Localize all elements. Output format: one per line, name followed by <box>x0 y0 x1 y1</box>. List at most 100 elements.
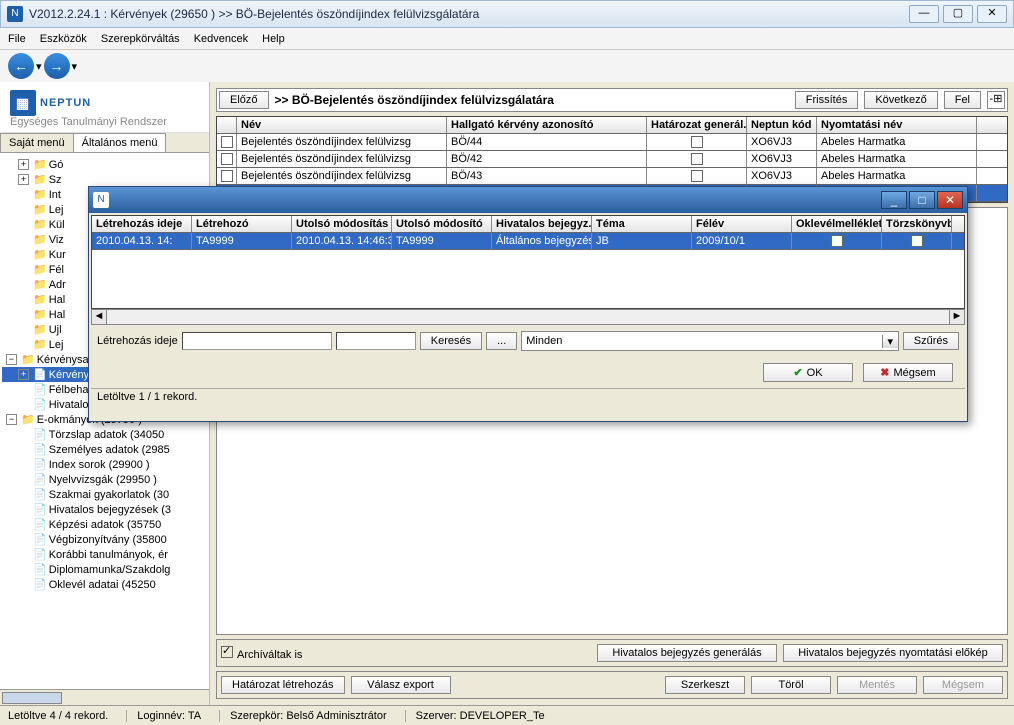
filter-button[interactable]: Szűrés <box>903 332 959 350</box>
page-icon: 📄 <box>33 368 47 381</box>
checkbox[interactable] <box>221 170 233 182</box>
menu-favorites[interactable]: Kedvencek <box>194 33 248 45</box>
search-input-1[interactable] <box>182 332 332 350</box>
filter-combo[interactable]: Minden ▾ <box>521 331 898 351</box>
table-row[interactable]: Bejelentés öszöndíjindex felülvizsgBÖ/42… <box>217 151 1007 168</box>
folder-icon: 📁 <box>21 353 35 366</box>
search-button[interactable]: Keresés <box>420 332 482 350</box>
dialog-cancel-button[interactable]: ✖Mégsem <box>863 363 953 382</box>
checkbox[interactable] <box>691 170 703 182</box>
tree-item[interactable]: 📄 Nyelvvizsgák (29950 ) <box>2 472 207 487</box>
menu-tools[interactable]: Eszközök <box>40 33 87 45</box>
menu-file[interactable]: File <box>8 33 26 45</box>
table-row[interactable]: 2010.04.13. 14:TA99992010.04.13. 14:46:3… <box>92 233 964 250</box>
grid-header-cell[interactable]: Félév <box>692 216 792 232</box>
nav-fwd-dropdown[interactable]: ▾ <box>72 60 78 73</box>
answer-export-button[interactable]: Válasz export <box>351 676 451 694</box>
grid-header-cell[interactable]: Törzskönyvbe <box>882 216 952 232</box>
dialog-close-button[interactable]: ✕ <box>937 191 963 209</box>
grid-header-cell[interactable]: Létrehozó <box>192 216 292 232</box>
up-button[interactable]: Fel <box>944 91 981 109</box>
grid-cell: BÖ/42 <box>447 151 647 167</box>
tree-item[interactable]: 📄 Diplomamunka/Szakdolg <box>2 562 207 577</box>
search-input-2[interactable] <box>336 332 416 350</box>
checkbox[interactable] <box>221 153 233 165</box>
folder-icon: 📁 <box>33 308 47 321</box>
tree-item[interactable]: 📄 Oklevél adatai (45250 <box>2 577 207 592</box>
refresh-button[interactable]: Frissítés <box>795 91 859 109</box>
tab-general-menu[interactable]: Általános menü <box>73 133 167 152</box>
print-preview-button[interactable]: Hivatalos bejegyzés nyomtatási előkép <box>783 644 1003 662</box>
table-row[interactable]: Bejelentés öszöndíjindex felülvizsgBÖ/44… <box>217 134 1007 151</box>
checkbox[interactable] <box>831 235 843 247</box>
cancel-button[interactable]: Mégsem <box>923 676 1003 694</box>
nav-back-button[interactable]: ← <box>8 53 34 79</box>
grid-header-cell[interactable]: Neptun kód <box>747 117 817 133</box>
tree-item[interactable]: +📁 Gó <box>2 157 207 172</box>
grid-header-cell[interactable]: Hallgató kérvény azonosító <box>447 117 647 133</box>
dialog-titlebar[interactable]: N _ □ ✕ <box>89 187 967 213</box>
grid-header-cell[interactable]: Határozat generál... <box>647 117 747 133</box>
tree-item[interactable]: +📁 Sz <box>2 172 207 187</box>
close-button[interactable]: ✕ <box>977 5 1007 23</box>
scroll-right-icon[interactable]: ► <box>949 309 965 325</box>
scroll-left-icon[interactable]: ◄ <box>91 309 107 325</box>
tree-hscroll[interactable] <box>0 689 209 705</box>
nav-forward-button[interactable]: → <box>44 53 70 79</box>
tree-item-label: Viz <box>49 234 64 246</box>
grid-header-cell[interactable]: Hivatalos bejegyz... <box>492 216 592 232</box>
dialog-hscroll[interactable]: ◄ ► <box>91 309 965 325</box>
grid-header-cell[interactable]: Téma <box>592 216 692 232</box>
tree-item-label: Kur <box>49 249 66 261</box>
dialog-minimize-button[interactable]: _ <box>881 191 907 209</box>
tab-own-menu[interactable]: Saját menü <box>0 133 74 152</box>
grid-header-cell[interactable]: Név <box>237 117 447 133</box>
tree-toggle-icon[interactable]: + <box>18 159 29 170</box>
next-button[interactable]: Következő <box>864 91 937 109</box>
grid-header-cell[interactable]: Létrehozás ideje <box>92 216 192 232</box>
tree-toggle-icon[interactable]: − <box>6 414 17 425</box>
checkbox[interactable] <box>911 235 923 247</box>
grid-header-cell[interactable]: Nyomtatási név <box>817 117 977 133</box>
generate-entry-button[interactable]: Hivatalos bejegyzés generálás <box>597 644 777 662</box>
chevron-down-icon[interactable]: ▾ <box>882 335 898 348</box>
tree-item[interactable]: 📄 Szakmai gyakorlatok (30 <box>2 487 207 502</box>
table-row[interactable]: Bejelentés öszöndíjindex felülvizsgBÖ/43… <box>217 168 1007 185</box>
dialog-maximize-button[interactable]: □ <box>909 191 935 209</box>
dialog-grid[interactable]: Létrehozás idejeLétrehozóUtolsó módosítá… <box>91 215 965 309</box>
edit-button[interactable]: Szerkeszt <box>665 676 745 694</box>
grid-header-cell[interactable]: Oklevélmellékletbe <box>792 216 882 232</box>
grid-cell: XO6VJ3 <box>747 168 817 184</box>
save-button[interactable]: Mentés <box>837 676 917 694</box>
checkbox[interactable] <box>691 136 703 148</box>
page-icon: 📄 <box>33 548 47 561</box>
tree-item[interactable]: 📄 Végbizonyítvány (35800 <box>2 532 207 547</box>
tree-item[interactable]: 📄 Képzési adatok (35750 <box>2 517 207 532</box>
browse-button[interactable]: ... <box>486 332 517 350</box>
delete-button[interactable]: Töröl <box>751 676 831 694</box>
tree-toggle-icon[interactable]: + <box>18 369 29 380</box>
tree-toggle-icon[interactable]: + <box>18 174 29 185</box>
nav-back-dropdown[interactable]: ▾ <box>36 60 42 73</box>
maximize-button[interactable]: ▢ <box>943 5 973 23</box>
prev-button[interactable]: Előző <box>219 91 269 109</box>
tree-item[interactable]: 📄 Index sorok (29900 ) <box>2 457 207 472</box>
grid-header-cell[interactable]: Utolsó módosító <box>392 216 492 232</box>
grid-header-cell[interactable] <box>217 117 237 133</box>
folder-icon: 📁 <box>33 293 47 306</box>
dialog-ok-button[interactable]: ✔OK <box>763 363 853 382</box>
archived-checkbox[interactable]: Archíváltak is <box>221 646 302 661</box>
tree-toggle-icon[interactable]: − <box>6 354 17 365</box>
tree-item[interactable]: 📄 Hivatalos bejegyzések (3 <box>2 502 207 517</box>
checkbox[interactable] <box>221 136 233 148</box>
menu-help[interactable]: Help <box>262 33 285 45</box>
create-decision-button[interactable]: Határozat létrehozás <box>221 676 345 694</box>
checkbox[interactable] <box>691 153 703 165</box>
pin-button[interactable]: -⊞ <box>987 91 1005 109</box>
menu-roleswitch[interactable]: Szerepkörváltás <box>101 33 180 45</box>
tree-item[interactable]: 📄 Korábbi tanulmányok, ér <box>2 547 207 562</box>
tree-item[interactable]: 📄 Törzslap adatok (34050 <box>2 427 207 442</box>
tree-item[interactable]: 📄 Személyes adatok (2985 <box>2 442 207 457</box>
minimize-button[interactable]: — <box>909 5 939 23</box>
grid-header-cell[interactable]: Utolsó módosítás ... <box>292 216 392 232</box>
